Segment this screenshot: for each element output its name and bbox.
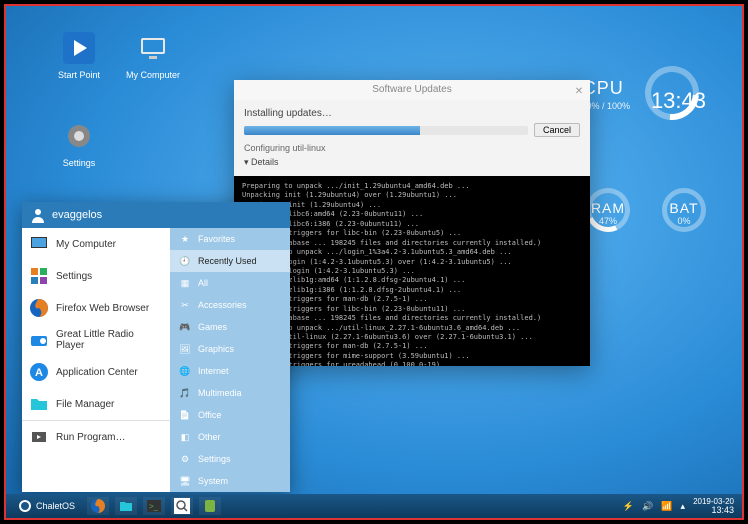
star-icon: ★ [178,232,192,246]
taskbar-app-search[interactable] [171,497,193,515]
start-menu-apps: My Computer Settings Firefox Web Browser… [22,228,170,492]
tray-icon[interactable]: ▴ [681,501,686,512]
desktop-icon-label: Settings [44,158,114,168]
desktop-icon-start-point[interactable]: Start Point [44,30,114,80]
media-icon: 🎵 [178,386,192,400]
run-icon [28,426,50,448]
distro-name: ChaletOS [36,501,75,511]
settings-icon [28,265,50,287]
cat-graphics[interactable]: 🖼Graphics [170,338,290,360]
gear-icon [61,118,97,154]
taskbar-time: 13:43 [693,506,734,515]
cancel-button[interactable]: Cancel [534,123,580,137]
app-center-icon: A [28,361,50,383]
cat-internet[interactable]: 🌐Internet [170,360,290,382]
start-menu: evaggelos My Computer Settings Firefox W… [22,202,290,492]
folder-icon [28,393,50,415]
close-icon[interactable]: ✕ [572,82,586,96]
window-title: Software Updates [372,84,452,95]
graphics-icon: 🖼 [178,342,192,356]
tools-icon: ✂ [178,298,192,312]
start-item-settings[interactable]: Settings [22,260,170,292]
start-menu-categories: ★Favorites 🕘Recently Used ▦All ✂Accessor… [170,228,290,492]
start-item-app-center[interactable]: AApplication Center [22,356,170,388]
start-button[interactable]: ChaletOS [12,499,81,513]
start-item-radio[interactable]: Great Little Radio Player [22,324,170,356]
username: evaggelos [52,209,102,221]
clock-widget: 13:43 [651,88,706,114]
games-icon: 🎮 [178,320,192,334]
cat-favorites[interactable]: ★Favorites [170,228,290,250]
clock-icon: 🕘 [178,254,192,268]
desktop-icon-label: Start Point [44,70,114,80]
grid-icon: ▦ [178,276,192,290]
distro-logo-icon [18,499,32,513]
cat-settings[interactable]: ⚙Settings [170,448,290,470]
system-icon: 🖥 [178,474,192,488]
cat-games[interactable]: 🎮Games [170,316,290,338]
cat-system[interactable]: 🖥System [170,470,290,492]
battery-widget: BAT 0% [662,188,706,226]
details-toggle[interactable]: ▾ Details [244,157,580,168]
svg-text:>_: >_ [149,502,159,511]
start-item-firefox[interactable]: Firefox Web Browser [22,292,170,324]
taskbar-app-updates[interactable] [199,497,221,515]
cat-multimedia[interactable]: 🎵Multimedia [170,382,290,404]
start-menu-header: evaggelos [22,202,290,228]
cat-recently-used[interactable]: 🕘Recently Used [170,250,290,272]
desktop-icon-settings[interactable]: Settings [44,118,114,168]
radio-icon [28,329,50,351]
update-status: Installing updates… [244,108,580,119]
taskbar-app-firefox[interactable] [87,497,109,515]
cat-accessories[interactable]: ✂Accessories [170,294,290,316]
taskbar-app-files[interactable] [115,497,137,515]
cat-all[interactable]: ▦All [170,272,290,294]
taskbar-app-terminal[interactable]: >_ [143,497,165,515]
firefox-icon [28,297,50,319]
volume-icon[interactable]: 🔊 [642,501,653,512]
network-icon[interactable]: 📶 [661,501,672,512]
progress-bar [244,126,528,135]
ram-widget: RAM 47% [586,188,630,226]
power-icon[interactable]: ⚡ [623,501,634,512]
start-item-file-manager[interactable]: File Manager [22,388,170,420]
taskbar: ChaletOS >_ ⚡ 🔊 📶 ▴ 2019-03-20 13:43 [6,494,742,518]
cat-office[interactable]: 📄Office [170,404,290,426]
taskbar-clock[interactable]: 2019-03-20 13:43 [693,498,734,515]
play-icon [61,30,97,66]
configuring-text: Configuring util-linux [244,143,580,153]
cat-other[interactable]: ◧Other [170,426,290,448]
desktop-icon-label: My Computer [118,70,188,80]
computer-icon [28,233,50,255]
window-titlebar[interactable]: Software Updates ✕ [234,80,590,100]
start-item-my-computer[interactable]: My Computer [22,228,170,260]
svg-text:A: A [35,367,43,379]
globe-icon: 🌐 [178,364,192,378]
office-icon: 📄 [178,408,192,422]
start-item-run[interactable]: Run Program… [22,421,170,453]
computer-icon [135,30,171,66]
user-icon [30,207,46,223]
desktop-icon-my-computer[interactable]: My Computer [118,30,188,80]
gear-icon: ⚙ [178,452,192,466]
other-icon: ◧ [178,430,192,444]
